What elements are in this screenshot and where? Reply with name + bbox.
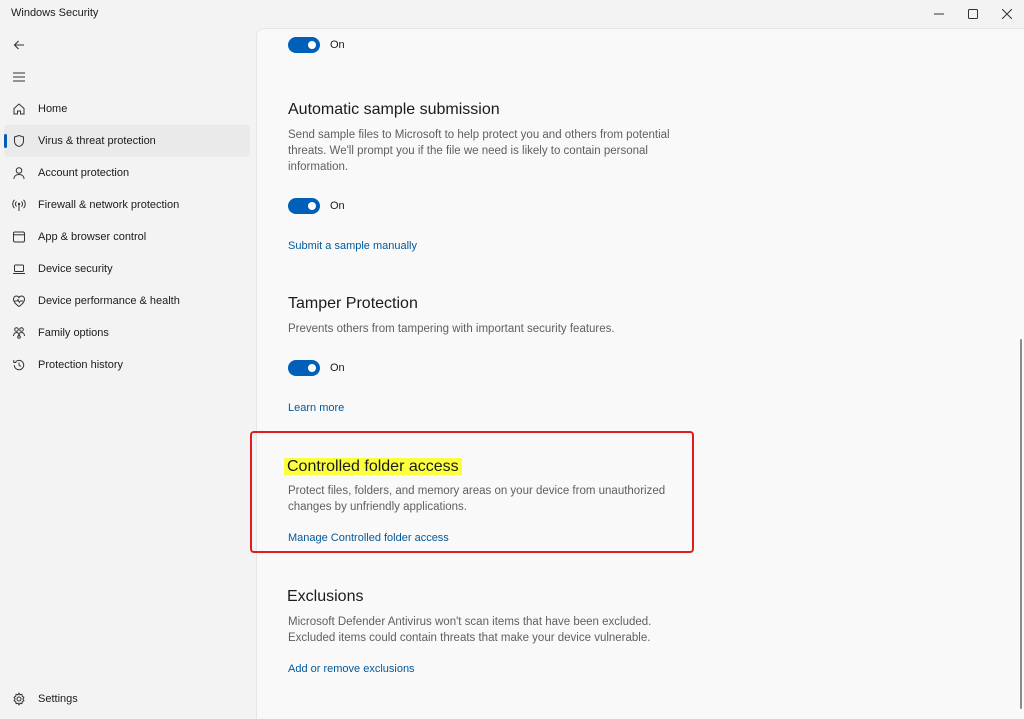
- sidebar-item-home[interactable]: Home: [4, 93, 250, 125]
- home-icon: [11, 101, 27, 117]
- sidebar-item-protection-history[interactable]: Protection history: [4, 349, 250, 381]
- sidebar-item-account-protection[interactable]: Account protection: [4, 157, 250, 189]
- add-remove-exclusions-link[interactable]: Add or remove exclusions: [288, 663, 415, 675]
- hamburger-icon: [13, 72, 25, 82]
- tamper-protection-description: Prevents others from tampering with impo…: [288, 323, 615, 335]
- settings-label: Settings: [38, 693, 78, 705]
- sidebar-item-label: Device performance & health: [38, 295, 180, 307]
- back-button[interactable]: [10, 36, 28, 54]
- toggle-switch[interactable]: [288, 37, 320, 53]
- scrollbar-thumb[interactable]: [1020, 339, 1022, 709]
- gear-icon: [11, 691, 27, 707]
- exclusions-description: Microsoft Defender Antivirus won't scan …: [288, 616, 652, 644]
- main-content: On Automatic sample submission Send samp…: [256, 28, 1024, 719]
- heart-pulse-icon: [11, 293, 27, 309]
- sidebar-item-label: Protection history: [38, 359, 123, 371]
- history-icon: [11, 357, 27, 373]
- maximize-icon: [968, 9, 978, 19]
- app-title: Windows Security: [11, 7, 99, 19]
- maximize-button[interactable]: [956, 0, 990, 28]
- windows-security-window: Windows Security Home Virus & threat pro…: [0, 0, 1024, 719]
- app-window-icon: [11, 229, 27, 245]
- sidebar-item-label: Family options: [38, 327, 109, 339]
- back-arrow-icon: [13, 40, 24, 50]
- toggle-state-label: On: [330, 362, 345, 374]
- sidebar-item-label: Virus & threat protection: [38, 135, 156, 147]
- close-icon: [1002, 9, 1012, 19]
- tamper-protection-title: Tamper Protection: [288, 295, 418, 312]
- window-controls: [922, 0, 1024, 28]
- sidebar-item-family-options[interactable]: Family options: [4, 317, 250, 349]
- automatic-sample-description: Send sample files to Microsoft to help p…: [288, 129, 670, 173]
- person-icon: [11, 165, 27, 181]
- automatic-sample-title: Automatic sample submission: [288, 101, 500, 118]
- sidebar-nav: Home Virus & threat protection Account p…: [0, 93, 252, 381]
- submit-sample-link[interactable]: Submit a sample manually: [288, 240, 417, 252]
- antenna-icon: [11, 197, 27, 213]
- sidebar-item-label: Home: [38, 103, 68, 115]
- sidebar-item-label: Firewall & network protection: [38, 199, 180, 211]
- sidebar-item-label: Account protection: [38, 167, 130, 179]
- selection-indicator: [4, 134, 7, 148]
- toggle-switch[interactable]: [288, 360, 320, 376]
- minimize-button[interactable]: [922, 0, 956, 28]
- annotation-box: [250, 431, 694, 553]
- toggle-state-label: On: [330, 200, 345, 212]
- tamper-protection-toggle[interactable]: On: [288, 360, 345, 376]
- minimize-icon: [934, 13, 944, 15]
- sidebar-item-label: App & browser control: [38, 231, 147, 243]
- shield-icon: [11, 133, 27, 149]
- sidebar-item-device-security[interactable]: Device security: [4, 253, 250, 285]
- sidebar-item-label: Device security: [38, 263, 113, 275]
- family-icon: [11, 325, 27, 341]
- menu-button[interactable]: [10, 68, 28, 86]
- learn-more-link[interactable]: Learn more: [288, 402, 344, 414]
- close-button[interactable]: [990, 0, 1024, 28]
- exclusions-title: Exclusions: [287, 588, 364, 605]
- title-bar: Windows Security: [0, 0, 1024, 28]
- toggle-state-label: On: [330, 39, 345, 51]
- toggle-switch[interactable]: [288, 198, 320, 214]
- sidebar-item-settings[interactable]: Settings: [4, 683, 250, 715]
- automatic-sample-toggle[interactable]: On: [288, 198, 345, 214]
- cloud-protection-toggle[interactable]: On: [288, 37, 345, 53]
- laptop-icon: [11, 261, 27, 277]
- sidebar-item-virus-threat-protection[interactable]: Virus & threat protection: [4, 125, 250, 157]
- sidebar-item-device-performance-health[interactable]: Device performance & health: [4, 285, 250, 317]
- sidebar-item-app-browser-control[interactable]: App & browser control: [4, 221, 250, 253]
- sidebar-item-firewall-network-protection[interactable]: Firewall & network protection: [4, 189, 250, 221]
